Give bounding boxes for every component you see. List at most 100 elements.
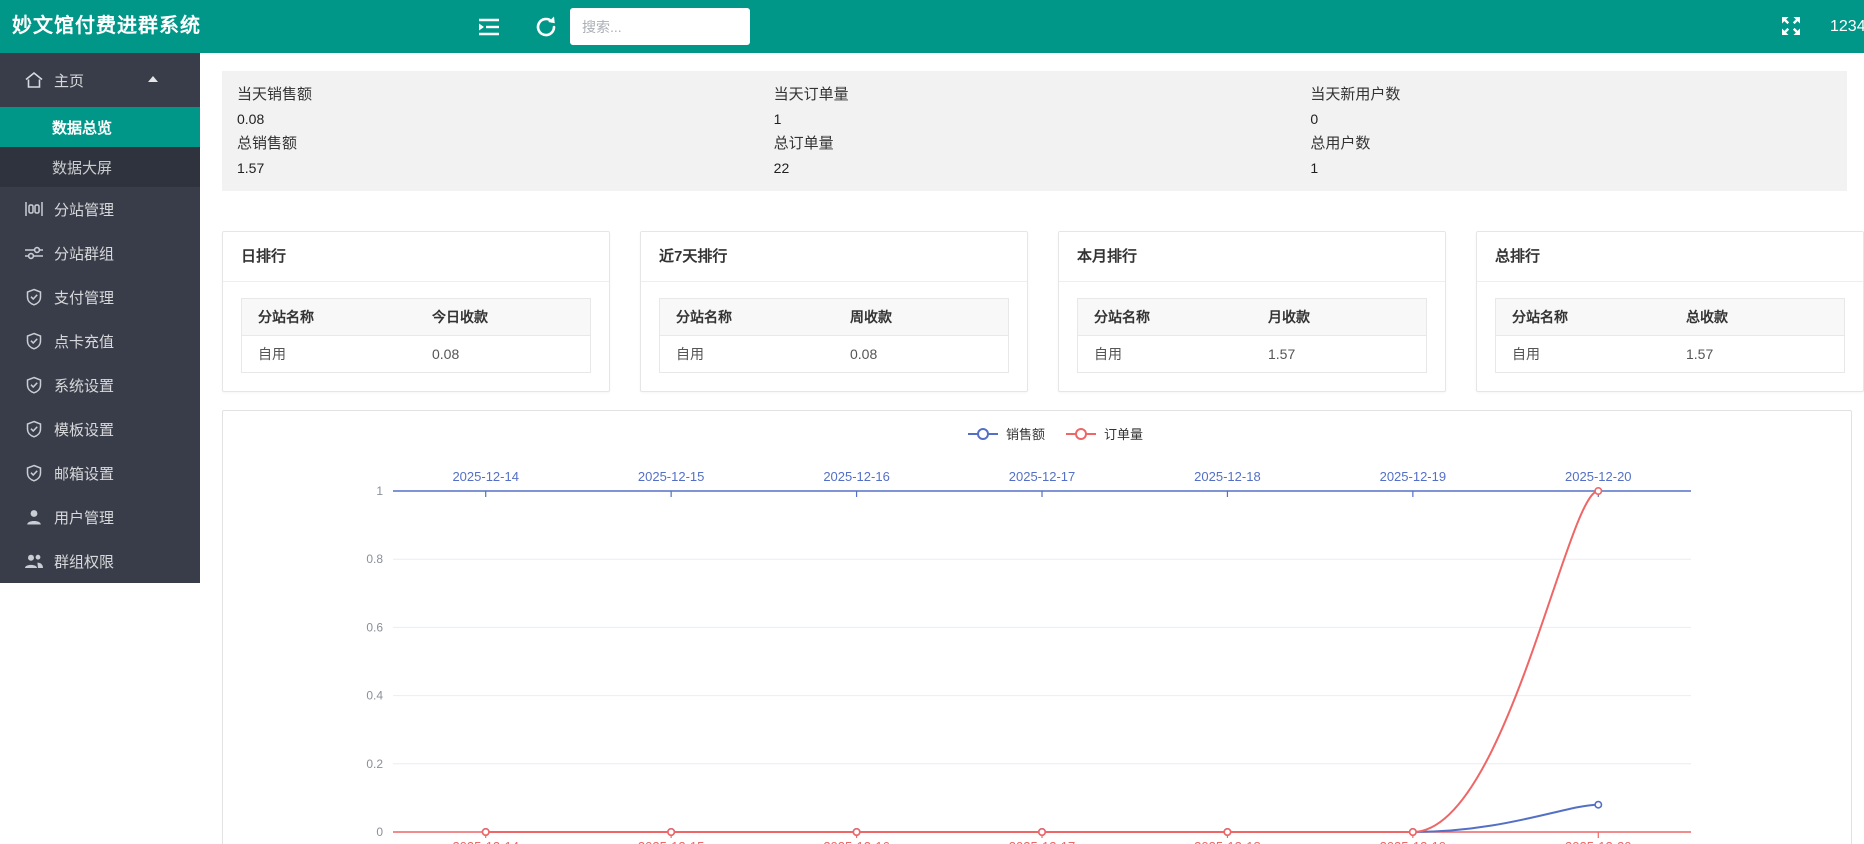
column-header: 周收款 [834,299,1009,336]
column-header: 分站名称 [242,299,417,336]
stat-label: 当天销售额 [237,83,774,104]
sidebar-nav: 主页 数据总览 数据大屏 分站管理 分站群组 支付管理 [0,53,200,583]
ranking-cards-row: 日排行 分站名称 今日收款 自用 0.08 近7天排行 分站名称 周收款 [222,231,1864,392]
sidebar-item-label: 模板设置 [54,419,114,440]
card-total-ranking: 总排行 分站名称 总收款 自用 1.57 [1476,231,1864,392]
svg-text:2025-12-17: 2025-12-17 [1009,469,1076,484]
card-daily-ranking: 日排行 分站名称 今日收款 自用 0.08 [222,231,610,392]
stat-value: 0.08 [237,111,774,127]
stat-today-new-users: 当天新用户数 0 [1310,83,1847,132]
sidebar-item-label: 群组权限 [54,551,114,572]
refresh-icon[interactable] [533,14,559,40]
svg-text:2025-12-19: 2025-12-19 [1380,839,1447,844]
sales-chart-card: 00.20.40.60.812025-12-142025-12-152025-1… [222,410,1852,844]
sidebar-item-label: 用户管理 [54,507,114,528]
stat-today-sales: 当天销售额 0.08 [237,83,774,132]
svg-text:销售额: 销售额 [1006,427,1045,442]
sidebar-item-substation-groups[interactable]: 分站群组 [0,231,200,275]
sidebar-item-group-permissions[interactable]: 群组权限 [0,539,200,583]
stats-panel: 当天销售额 0.08 当天订单量 1 当天新用户数 0 总销售额 1.57 总订… [222,71,1847,191]
cell-site-name: 自用 [242,336,417,373]
stat-total-sales: 总销售额 1.57 [237,132,774,181]
fullscreen-icon[interactable] [1780,15,1802,37]
sliders-icon [24,244,44,262]
chevron-up-icon [148,76,158,82]
card-title: 近7天排行 [641,232,1027,282]
stat-label: 总用户数 [1310,132,1847,153]
sidebar-item-home[interactable]: 主页 [0,53,200,107]
user-icon [24,508,44,526]
svg-text:0.2: 0.2 [366,757,383,771]
home-icon [24,71,44,89]
sidebar-item-template-settings[interactable]: 模板设置 [0,407,200,451]
sidebar-item-mail-settings[interactable]: 邮箱设置 [0,451,200,495]
sidebar-item-user-manage[interactable]: 用户管理 [0,495,200,539]
sidebar-collapse-icon[interactable] [476,14,502,40]
cell-amount: 0.08 [416,336,591,373]
stat-value: 1 [774,111,1311,127]
columns-icon [24,200,44,218]
svg-text:2025-12-16: 2025-12-16 [823,469,890,484]
shield-check-icon [24,288,44,306]
cell-amount: 1.57 [1252,336,1427,373]
card-title: 总排行 [1477,232,1863,282]
svg-text:2025-12-16: 2025-12-16 [823,839,890,844]
svg-text:订单量: 订单量 [1104,427,1143,442]
series-1 [483,488,1602,835]
table-row[interactable]: 自用 1.57 [1496,336,1845,373]
svg-text:0: 0 [376,825,383,839]
cell-site-name: 自用 [1078,336,1253,373]
table-row[interactable]: 自用 0.08 [660,336,1009,373]
sidebar-item-data-screen[interactable]: 数据大屏 [0,147,200,187]
sidebar-item-label: 分站群组 [54,243,114,264]
ranking-table: 分站名称 月收款 自用 1.57 [1077,298,1427,373]
cell-site-name: 自用 [1496,336,1671,373]
svg-text:2025-12-20: 2025-12-20 [1565,469,1632,484]
stat-total-users: 总用户数 1 [1310,132,1847,181]
ranking-table: 分站名称 今日收款 自用 0.08 [241,298,591,373]
svg-text:2025-12-18: 2025-12-18 [1194,839,1261,844]
card-week-ranking: 近7天排行 分站名称 周收款 自用 0.08 [640,231,1028,392]
column-header: 分站名称 [1496,299,1671,336]
cell-amount: 0.08 [834,336,1009,373]
ranking-table: 分站名称 周收款 自用 0.08 [659,298,1009,373]
username-label[interactable]: 12345 [1830,0,1864,53]
card-title: 日排行 [223,232,609,282]
svg-text:1: 1 [376,484,383,498]
cell-site-name: 自用 [660,336,835,373]
stat-today-orders: 当天订单量 1 [774,83,1311,132]
search-input[interactable] [570,8,750,45]
column-header: 总收款 [1670,299,1845,336]
svg-text:2025-12-14: 2025-12-14 [452,839,519,844]
app-title: 妙文馆付费进群系统 [12,0,201,53]
card-month-ranking: 本月排行 分站名称 月收款 自用 1.57 [1058,231,1446,392]
svg-text:0.6: 0.6 [366,620,383,634]
svg-text:2025-12-20: 2025-12-20 [1565,839,1632,844]
sales-chart[interactable]: 00.20.40.60.812025-12-142025-12-152025-1… [223,411,1853,844]
sidebar-item-label: 邮箱设置 [54,463,114,484]
shield-check-icon [24,464,44,482]
sidebar-item-label: 主页 [54,70,84,91]
svg-text:2025-12-17: 2025-12-17 [1009,839,1076,844]
table-row[interactable]: 自用 1.57 [1078,336,1427,373]
stat-value: 22 [774,160,1311,176]
sidebar-item-card-recharge[interactable]: 点卡充值 [0,319,200,363]
sidebar-item-payment-manage[interactable]: 支付管理 [0,275,200,319]
cell-amount: 1.57 [1670,336,1845,373]
stat-label: 总订单量 [774,132,1311,153]
stat-value: 0 [1310,111,1847,127]
svg-text:0.8: 0.8 [366,552,383,566]
sidebar-item-data-overview[interactable]: 数据总览 [0,107,200,147]
stat-label: 当天订单量 [774,83,1311,104]
table-row[interactable]: 自用 0.08 [242,336,591,373]
sidebar-item-label: 数据大屏 [52,157,112,178]
main-content: 当天销售额 0.08 当天订单量 1 当天新用户数 0 总销售额 1.57 总订… [200,53,1864,844]
column-header: 分站名称 [660,299,835,336]
sidebar-item-substation-manage[interactable]: 分站管理 [0,187,200,231]
shield-check-icon [24,332,44,350]
chart-legend-item-0[interactable]: 销售额 [968,427,1045,442]
sidebar-item-system-settings[interactable]: 系统设置 [0,363,200,407]
chart-legend-item-1[interactable]: 订单量 [1066,427,1143,442]
sidebar-item-label: 数据总览 [52,117,112,138]
stat-value: 1.57 [237,160,774,176]
